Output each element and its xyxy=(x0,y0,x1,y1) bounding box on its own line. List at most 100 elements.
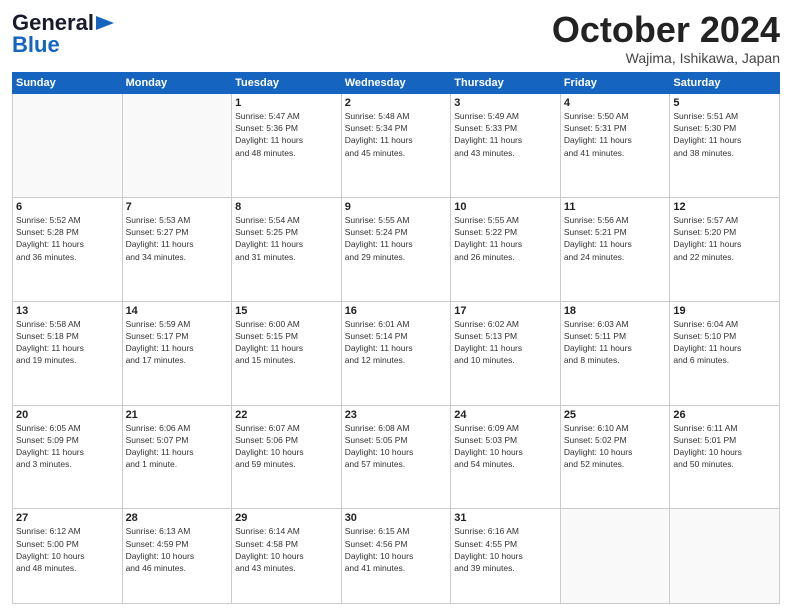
table-row: 12Sunrise: 5:57 AM Sunset: 5:20 PM Dayli… xyxy=(670,197,780,301)
day-info: Sunrise: 6:08 AM Sunset: 5:05 PM Dayligh… xyxy=(345,422,448,471)
day-info: Sunrise: 6:16 AM Sunset: 4:55 PM Dayligh… xyxy=(454,525,557,574)
day-info: Sunrise: 5:49 AM Sunset: 5:33 PM Dayligh… xyxy=(454,110,557,159)
day-number: 26 xyxy=(673,409,776,421)
table-row: 25Sunrise: 6:10 AM Sunset: 5:02 PM Dayli… xyxy=(560,405,670,509)
table-row: 6Sunrise: 5:52 AM Sunset: 5:28 PM Daylig… xyxy=(13,197,123,301)
col-sunday: Sunday xyxy=(13,72,123,93)
day-info: Sunrise: 5:52 AM Sunset: 5:28 PM Dayligh… xyxy=(16,214,119,263)
col-monday: Monday xyxy=(122,72,232,93)
calendar-header-row: Sunday Monday Tuesday Wednesday Thursday… xyxy=(13,72,780,93)
table-row: 23Sunrise: 6:08 AM Sunset: 5:05 PM Dayli… xyxy=(341,405,451,509)
table-row: 28Sunrise: 6:13 AM Sunset: 4:59 PM Dayli… xyxy=(122,509,232,604)
table-row: 18Sunrise: 6:03 AM Sunset: 5:11 PM Dayli… xyxy=(560,301,670,405)
table-row: 19Sunrise: 6:04 AM Sunset: 5:10 PM Dayli… xyxy=(670,301,780,405)
table-row xyxy=(670,509,780,604)
day-number: 7 xyxy=(126,201,229,213)
col-friday: Friday xyxy=(560,72,670,93)
day-number: 17 xyxy=(454,305,557,317)
table-row: 17Sunrise: 6:02 AM Sunset: 5:13 PM Dayli… xyxy=(451,301,561,405)
day-number: 11 xyxy=(564,201,667,213)
day-info: Sunrise: 6:02 AM Sunset: 5:13 PM Dayligh… xyxy=(454,318,557,367)
day-info: Sunrise: 6:00 AM Sunset: 5:15 PM Dayligh… xyxy=(235,318,338,367)
table-row xyxy=(13,93,123,197)
logo: General Blue xyxy=(12,10,116,58)
logo-arrow-icon xyxy=(94,14,116,32)
table-row: 20Sunrise: 6:05 AM Sunset: 5:09 PM Dayli… xyxy=(13,405,123,509)
day-info: Sunrise: 5:53 AM Sunset: 5:27 PM Dayligh… xyxy=(126,214,229,263)
day-info: Sunrise: 6:11 AM Sunset: 5:01 PM Dayligh… xyxy=(673,422,776,471)
day-info: Sunrise: 6:04 AM Sunset: 5:10 PM Dayligh… xyxy=(673,318,776,367)
day-info: Sunrise: 5:55 AM Sunset: 5:24 PM Dayligh… xyxy=(345,214,448,263)
table-row: 27Sunrise: 6:12 AM Sunset: 5:00 PM Dayli… xyxy=(13,509,123,604)
table-row: 24Sunrise: 6:09 AM Sunset: 5:03 PM Dayli… xyxy=(451,405,561,509)
day-info: Sunrise: 5:50 AM Sunset: 5:31 PM Dayligh… xyxy=(564,110,667,159)
day-number: 1 xyxy=(235,97,338,109)
table-row: 16Sunrise: 6:01 AM Sunset: 5:14 PM Dayli… xyxy=(341,301,451,405)
day-number: 23 xyxy=(345,409,448,421)
day-info: Sunrise: 5:55 AM Sunset: 5:22 PM Dayligh… xyxy=(454,214,557,263)
table-row: 22Sunrise: 6:07 AM Sunset: 5:06 PM Dayli… xyxy=(232,405,342,509)
day-number: 13 xyxy=(16,305,119,317)
day-info: Sunrise: 6:14 AM Sunset: 4:58 PM Dayligh… xyxy=(235,525,338,574)
day-info: Sunrise: 5:48 AM Sunset: 5:34 PM Dayligh… xyxy=(345,110,448,159)
day-info: Sunrise: 6:07 AM Sunset: 5:06 PM Dayligh… xyxy=(235,422,338,471)
day-info: Sunrise: 6:03 AM Sunset: 5:11 PM Dayligh… xyxy=(564,318,667,367)
table-row xyxy=(122,93,232,197)
table-row: 15Sunrise: 6:00 AM Sunset: 5:15 PM Dayli… xyxy=(232,301,342,405)
day-number: 27 xyxy=(16,512,119,524)
table-row: 10Sunrise: 5:55 AM Sunset: 5:22 PM Dayli… xyxy=(451,197,561,301)
day-info: Sunrise: 5:59 AM Sunset: 5:17 PM Dayligh… xyxy=(126,318,229,367)
day-info: Sunrise: 6:12 AM Sunset: 5:00 PM Dayligh… xyxy=(16,525,119,574)
col-saturday: Saturday xyxy=(670,72,780,93)
day-number: 8 xyxy=(235,201,338,213)
day-info: Sunrise: 5:57 AM Sunset: 5:20 PM Dayligh… xyxy=(673,214,776,263)
day-number: 30 xyxy=(345,512,448,524)
day-number: 31 xyxy=(454,512,557,524)
day-info: Sunrise: 5:47 AM Sunset: 5:36 PM Dayligh… xyxy=(235,110,338,159)
day-number: 28 xyxy=(126,512,229,524)
title-section: October 2024 Wajima, Ishikawa, Japan xyxy=(552,10,780,66)
day-number: 4 xyxy=(564,97,667,109)
day-info: Sunrise: 6:01 AM Sunset: 5:14 PM Dayligh… xyxy=(345,318,448,367)
table-row: 31Sunrise: 6:16 AM Sunset: 4:55 PM Dayli… xyxy=(451,509,561,604)
day-number: 24 xyxy=(454,409,557,421)
col-wednesday: Wednesday xyxy=(341,72,451,93)
day-info: Sunrise: 5:54 AM Sunset: 5:25 PM Dayligh… xyxy=(235,214,338,263)
table-row: 13Sunrise: 5:58 AM Sunset: 5:18 PM Dayli… xyxy=(13,301,123,405)
day-number: 5 xyxy=(673,97,776,109)
day-number: 25 xyxy=(564,409,667,421)
page: General Blue October 2024 Wajima, Ishika… xyxy=(0,0,792,612)
table-row: 4Sunrise: 5:50 AM Sunset: 5:31 PM Daylig… xyxy=(560,93,670,197)
day-number: 14 xyxy=(126,305,229,317)
col-thursday: Thursday xyxy=(451,72,561,93)
table-row: 14Sunrise: 5:59 AM Sunset: 5:17 PM Dayli… xyxy=(122,301,232,405)
table-row: 7Sunrise: 5:53 AM Sunset: 5:27 PM Daylig… xyxy=(122,197,232,301)
calendar-table: Sunday Monday Tuesday Wednesday Thursday… xyxy=(12,72,780,604)
table-row: 26Sunrise: 6:11 AM Sunset: 5:01 PM Dayli… xyxy=(670,405,780,509)
day-info: Sunrise: 6:05 AM Sunset: 5:09 PM Dayligh… xyxy=(16,422,119,471)
day-info: Sunrise: 6:09 AM Sunset: 5:03 PM Dayligh… xyxy=(454,422,557,471)
day-number: 9 xyxy=(345,201,448,213)
day-number: 18 xyxy=(564,305,667,317)
day-info: Sunrise: 6:06 AM Sunset: 5:07 PM Dayligh… xyxy=(126,422,229,471)
day-number: 6 xyxy=(16,201,119,213)
location: Wajima, Ishikawa, Japan xyxy=(552,50,780,66)
day-number: 12 xyxy=(673,201,776,213)
table-row: 11Sunrise: 5:56 AM Sunset: 5:21 PM Dayli… xyxy=(560,197,670,301)
table-row: 3Sunrise: 5:49 AM Sunset: 5:33 PM Daylig… xyxy=(451,93,561,197)
day-info: Sunrise: 5:56 AM Sunset: 5:21 PM Dayligh… xyxy=(564,214,667,263)
day-number: 3 xyxy=(454,97,557,109)
day-info: Sunrise: 6:10 AM Sunset: 5:02 PM Dayligh… xyxy=(564,422,667,471)
table-row xyxy=(560,509,670,604)
day-info: Sunrise: 5:51 AM Sunset: 5:30 PM Dayligh… xyxy=(673,110,776,159)
table-row: 2Sunrise: 5:48 AM Sunset: 5:34 PM Daylig… xyxy=(341,93,451,197)
table-row: 8Sunrise: 5:54 AM Sunset: 5:25 PM Daylig… xyxy=(232,197,342,301)
col-tuesday: Tuesday xyxy=(232,72,342,93)
day-number: 21 xyxy=(126,409,229,421)
month-title: October 2024 xyxy=(552,10,780,50)
table-row: 9Sunrise: 5:55 AM Sunset: 5:24 PM Daylig… xyxy=(341,197,451,301)
table-row: 29Sunrise: 6:14 AM Sunset: 4:58 PM Dayli… xyxy=(232,509,342,604)
table-row: 30Sunrise: 6:15 AM Sunset: 4:56 PM Dayli… xyxy=(341,509,451,604)
day-number: 22 xyxy=(235,409,338,421)
day-number: 10 xyxy=(454,201,557,213)
